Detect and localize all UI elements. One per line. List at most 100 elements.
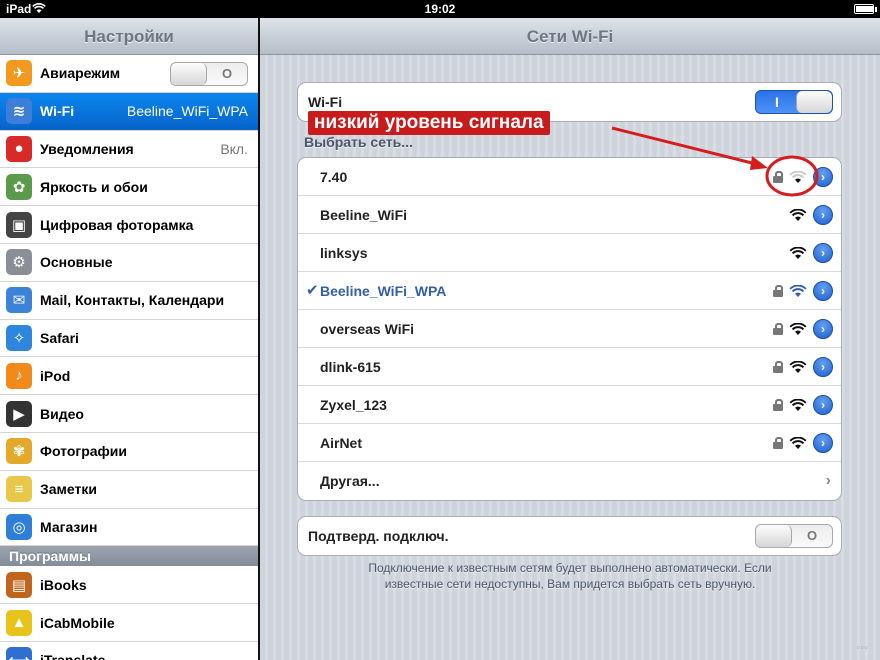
wifi-signal-icon — [789, 246, 807, 259]
network-status-icons: › — [773, 281, 833, 301]
ibooks-icon: ▤ — [6, 571, 32, 598]
status-bar: iPad 19:02 — [0, 0, 880, 18]
choose-network-label: Выбрать сеть... — [304, 134, 413, 150]
sidebar-item-label: Авиарежим — [40, 65, 121, 82]
wifi-signal-icon — [789, 436, 807, 449]
network-row[interactable]: AirNet › — [298, 424, 841, 462]
battery-icon — [854, 4, 877, 14]
wifi-toggle[interactable]: I — [755, 90, 833, 114]
settings-sidebar: Настройки ✈ Авиарежим O ≋ Wi-Fi Beeline_WiFi_… — [0, 18, 258, 660]
sidebar-item-label: Цифровая фоторамка — [40, 216, 194, 233]
sidebar-item[interactable]: ♪ iPod — [0, 357, 258, 396]
lock-icon — [773, 171, 783, 183]
other-network-row[interactable]: Другая... › — [298, 462, 841, 500]
wifi-signal-icon — [789, 284, 807, 297]
network-details-button[interactable]: › — [813, 243, 833, 263]
network-row[interactable]: overseas WiFi › — [298, 310, 841, 348]
network-details-button[interactable]: › — [813, 281, 833, 301]
wifi-signal-icon — [789, 170, 807, 183]
wifi-icon: ≋ — [6, 98, 32, 125]
network-name: dlink-615 — [320, 358, 381, 375]
photo-frame-icon: ▣ — [6, 211, 32, 238]
network-row[interactable]: ✔ Beeline_WiFi_WPA › — [298, 272, 841, 310]
brightness-icon: ✿ — [6, 173, 32, 200]
network-name: Zyxel_123 — [320, 396, 387, 413]
apps-section-header: Программы — [0, 546, 258, 567]
network-details-button[interactable]: › — [813, 433, 833, 453]
network-details-button[interactable]: › — [813, 319, 833, 339]
sidebar-app-item[interactable]: ⟷ iTranslate — [0, 641, 258, 660]
apps-list: ▤ iBooks ▲ iCabMobile ⟷ iTranslate — [0, 566, 258, 660]
wifi-signal-icon — [789, 208, 807, 221]
sidebar-item-label: iCabMobile — [40, 614, 115, 631]
sidebar-item-label: Видео — [40, 405, 84, 422]
wifi-page-title: Сети Wi-Fi — [260, 18, 880, 55]
network-details-button[interactable]: › — [813, 167, 833, 187]
sidebar-item[interactable]: ✧ Safari — [0, 319, 258, 358]
sidebar-app-item[interactable]: ▲ iCabMobile — [0, 604, 258, 642]
network-details-button[interactable]: › — [813, 205, 833, 225]
checkmark-icon: ✔ — [306, 282, 319, 299]
ask-join-row: Подтверд. подключ. O — [298, 517, 841, 555]
sidebar-item-label: Safari — [40, 329, 79, 346]
network-row[interactable]: Beeline_WiFi › — [298, 196, 841, 234]
store-icon: ◎ — [6, 513, 32, 540]
sidebar-item-value: Вкл. — [220, 140, 248, 157]
lock-icon — [773, 323, 783, 335]
network-name: 7.40 — [320, 168, 348, 185]
sidebar-item[interactable]: ✉ Mail, Контакты, Календари — [0, 281, 258, 320]
settings-list: ✈ Авиарежим O ≋ Wi-Fi Beeline_WiFi_WPA ● Уведом… — [0, 55, 258, 547]
network-row[interactable]: dlink-615 › — [298, 348, 841, 386]
network-status-icons: › — [789, 205, 833, 225]
lock-icon — [773, 285, 783, 297]
safari-icon: ✧ — [6, 324, 32, 351]
network-status-icons: › — [773, 319, 833, 339]
sidebar-item[interactable]: ⚙ Основные — [0, 243, 258, 282]
airplane-toggle[interactable]: O — [170, 62, 248, 86]
photos-icon: ✾ — [6, 438, 32, 465]
wifi-signal-icon — [789, 398, 807, 411]
ipod-icon: ♪ — [6, 362, 32, 389]
ask-join-footnote: Подключение к известным сетям будет выпо… — [368, 561, 772, 591]
ask-join-label: Подтверд. подключ. — [308, 528, 449, 544]
sidebar-item-label: Магазин — [40, 518, 98, 535]
sidebar-app-item[interactable]: ▤ iBooks — [0, 566, 258, 605]
network-name: Beeline_WiFi_WPA — [320, 282, 447, 299]
clock: 19:02 — [424, 2, 456, 16]
network-row[interactable]: Zyxel_123 › — [298, 386, 841, 424]
network-status-icons: › — [789, 243, 833, 263]
notes-icon: ≡ — [6, 476, 32, 503]
network-name: AirNet — [320, 434, 363, 451]
sidebar-item[interactable]: ≋ Wi-Fi Beeline_WiFi_WPA — [0, 92, 258, 131]
sidebar-item[interactable]: ● Уведомления Вкл. — [0, 130, 258, 169]
sidebar-item-label: Основные — [40, 254, 113, 271]
network-row[interactable]: 7.40 › — [298, 158, 841, 196]
network-list: 7.40 › Beeline_WiFi › linksys › ✔ Beeline_WiFi_… — [297, 157, 842, 501]
sidebar-item-value: Beeline_WiFi_WPA — [126, 103, 248, 120]
network-row[interactable]: linksys › — [298, 234, 841, 272]
other-network-label: Другая... — [320, 473, 380, 489]
lock-icon — [773, 437, 783, 449]
sidebar-item[interactable]: ◎ Магазин — [0, 508, 258, 547]
sidebar-item-label: Яркость и обои — [40, 178, 148, 195]
sidebar-item[interactable]: ✾ Фотографии — [0, 432, 258, 471]
ask-join-group: Подтверд. подключ. O — [297, 516, 842, 556]
chevron-right-icon: › — [825, 472, 831, 489]
sidebar-item[interactable]: ≡ Заметки — [0, 470, 258, 509]
lock-icon — [773, 399, 783, 411]
sidebar-item[interactable]: ✈ Авиарежим O — [0, 55, 258, 93]
network-name: linksys — [320, 244, 368, 261]
sidebar-item-label: Уведомления — [40, 140, 134, 157]
sidebar-item-label: Заметки — [40, 481, 97, 498]
sidebar-item[interactable]: ▶ Видео — [0, 395, 258, 433]
sidebar-item[interactable]: ▣ Цифровая фоторамка — [0, 206, 258, 244]
network-status-icons: › — [773, 357, 833, 377]
network-details-button[interactable]: › — [813, 357, 833, 377]
network-status-icons: › — [773, 167, 833, 187]
network-details-button[interactable]: › — [813, 395, 833, 415]
toggle-knob — [756, 525, 792, 547]
ask-join-toggle[interactable]: O — [755, 524, 833, 548]
icabmobile-icon: ▲ — [6, 609, 32, 636]
sidebar-item[interactable]: ✿ Яркость и обои — [0, 168, 258, 207]
sidebar-item-label: iPod — [40, 367, 71, 384]
